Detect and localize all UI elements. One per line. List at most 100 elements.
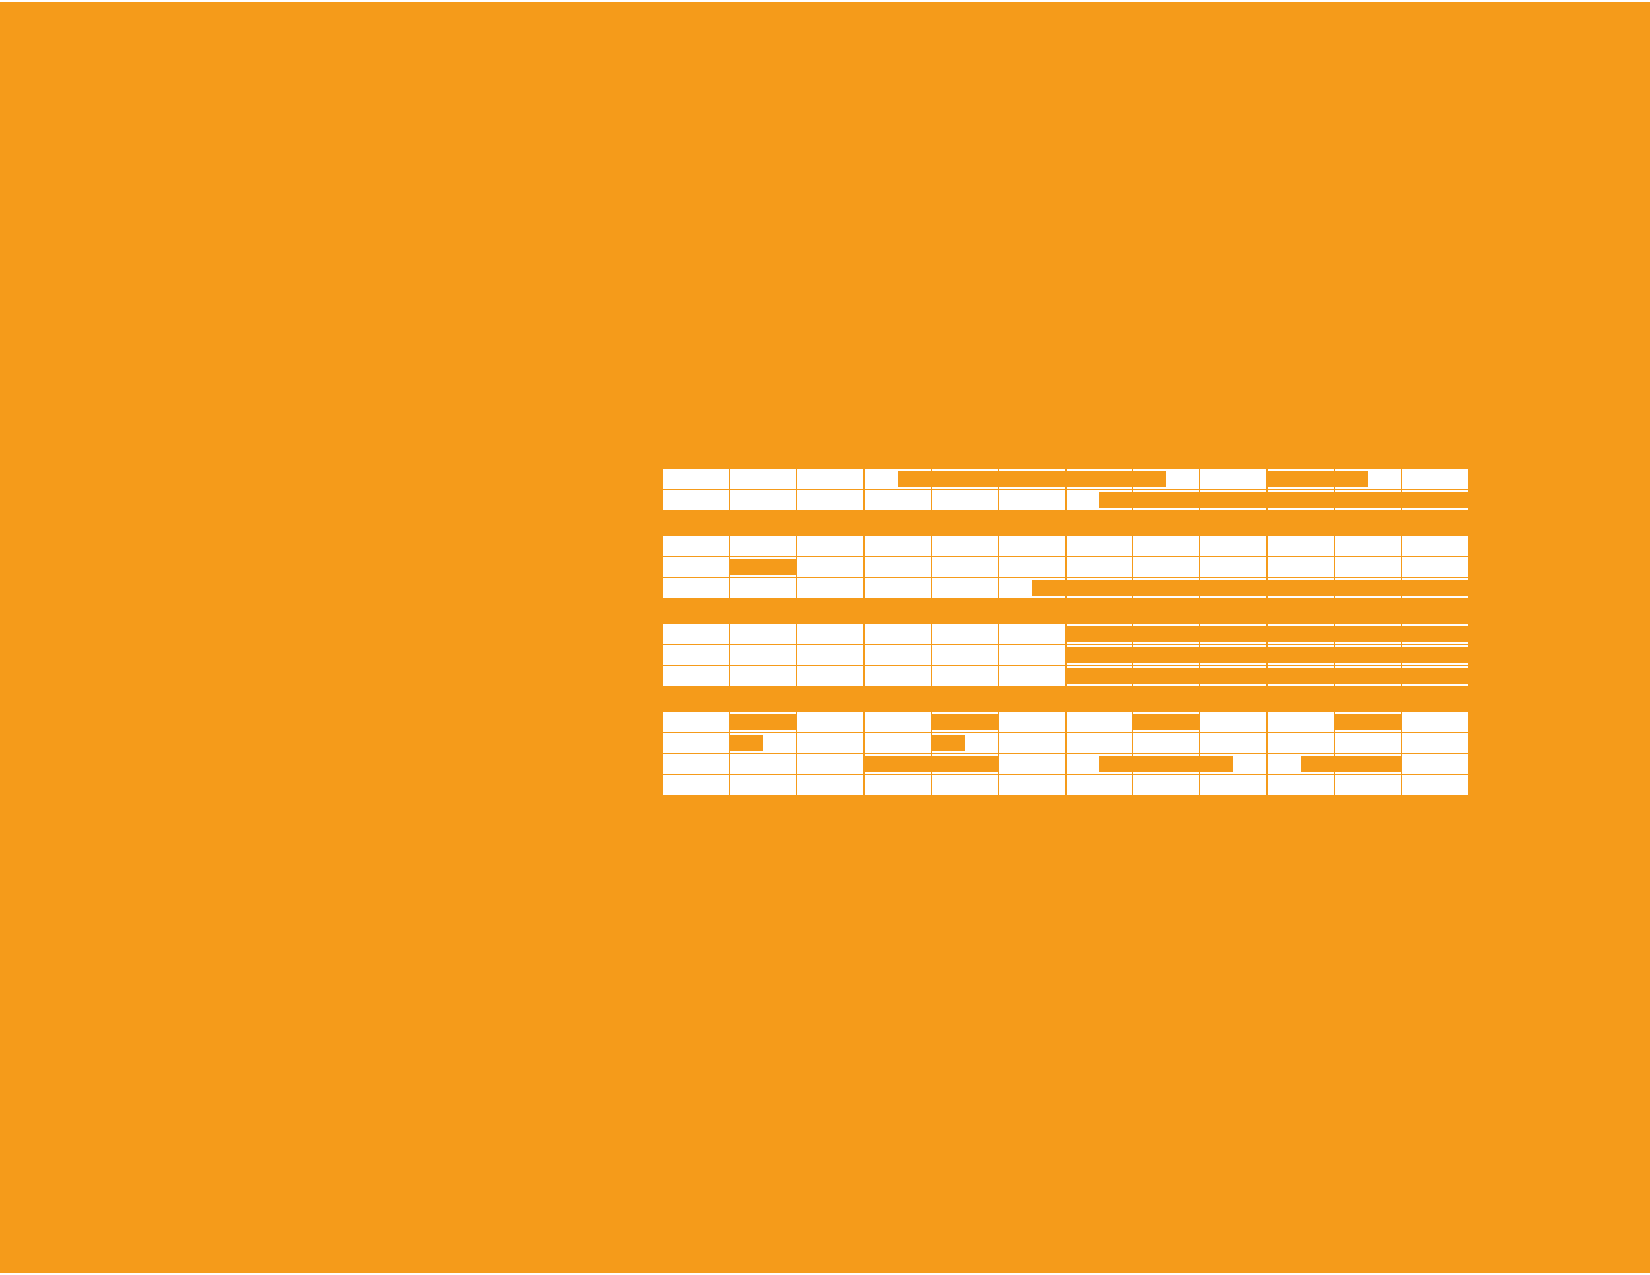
gantt-cell: [1066, 754, 1133, 775]
bar-projected: [1099, 492, 1132, 508]
gantt-cell: [998, 754, 1065, 775]
gantt-cell: [1267, 536, 1334, 557]
gantt-cell: [1267, 624, 1334, 645]
bar-projected: [1268, 492, 1334, 508]
gantt-cell: [1267, 733, 1334, 754]
gantt-cell: [1133, 490, 1200, 511]
gantt-cell: [1200, 557, 1267, 578]
bar-projected: [1067, 580, 1133, 596]
bar-projected: [898, 471, 931, 487]
gantt-cell: [864, 557, 931, 578]
gantt-cell: [729, 712, 796, 733]
gantt-cell: [797, 536, 864, 557]
gantt-cell: [729, 645, 796, 666]
bar-projected: [1200, 580, 1266, 596]
gantt-cell: [931, 578, 998, 599]
gantt-cell: [1334, 624, 1401, 645]
bar-projected: [999, 471, 1065, 487]
bar-projected: [1067, 471, 1133, 487]
gantt-cell: [729, 733, 796, 754]
gantt-cell: [797, 557, 864, 578]
gantt-cell: [662, 490, 729, 511]
gantt-cell: [998, 536, 1065, 557]
bar-projected: [932, 735, 965, 751]
gantt-cell: [729, 469, 796, 490]
gantt-cell: [864, 754, 931, 775]
bar-projected: [1067, 647, 1133, 663]
gantt-cell: [1402, 469, 1469, 490]
gantt-cell: [1133, 536, 1200, 557]
gantt-cell: [1402, 754, 1469, 775]
gantt-cell: [1402, 775, 1469, 797]
bar-projected: [1335, 668, 1401, 684]
gantt-cell: [662, 645, 729, 666]
gantt-cell: [864, 645, 931, 666]
gantt-cell: [1402, 733, 1469, 754]
bar-projected: [730, 735, 763, 751]
bar-projected: [1335, 647, 1401, 663]
gantt-cell: [1267, 578, 1334, 599]
bar-projected: [1133, 471, 1166, 487]
gantt-cell: [1267, 712, 1334, 733]
gantt-cell: [729, 624, 796, 645]
bar-projected: [1402, 626, 1468, 642]
gantt-cell: [1402, 666, 1469, 687]
gantt-cell: [797, 666, 864, 687]
bar-projected: [1133, 580, 1199, 596]
gantt-cell: [1066, 490, 1133, 511]
gantt-cell: [864, 469, 931, 490]
gantt-cell: [1402, 645, 1469, 666]
gantt-cell: [729, 557, 796, 578]
bar-projected: [1200, 492, 1266, 508]
gantt-cell: [1267, 754, 1334, 775]
gantt-cell: [998, 775, 1065, 797]
gantt-cell: [662, 754, 729, 775]
gantt-cell: [1200, 578, 1267, 599]
gantt-cell: [1133, 624, 1200, 645]
gantt-cell: [864, 536, 931, 557]
bar-projected: [1402, 580, 1468, 596]
gantt-cell: [1200, 469, 1267, 490]
gantt-cell: [1200, 536, 1267, 557]
gantt-cell: [864, 624, 931, 645]
gantt-cell: [1133, 754, 1200, 775]
bar-projected: [1268, 626, 1334, 642]
bar-projected: [730, 559, 796, 575]
bar-projected: [1335, 626, 1401, 642]
bar-projected: [932, 756, 998, 772]
gantt-cell: [998, 469, 1065, 490]
bar-projected: [1133, 714, 1199, 730]
gantt-cell: [662, 624, 729, 645]
gantt-cell: [864, 733, 931, 754]
bar-projected: [1402, 668, 1468, 684]
gantt-cell: [1133, 645, 1200, 666]
gantt-cell: [998, 645, 1065, 666]
gantt-cell: [931, 754, 998, 775]
bar-projected: [1268, 647, 1334, 663]
gantt-cell: [998, 624, 1065, 645]
gantt-cell: [1267, 666, 1334, 687]
gantt-cell: [662, 557, 729, 578]
gantt-cell: [1200, 733, 1267, 754]
bar-projected: [1268, 580, 1334, 596]
gantt-cell: [1200, 754, 1267, 775]
gantt-cell: [1402, 557, 1469, 578]
gantt-cell: [931, 490, 998, 511]
bar-projected: [1268, 471, 1334, 487]
gantt-cell: [998, 557, 1065, 578]
gantt-cell: [1200, 666, 1267, 687]
bar-projected: [1402, 492, 1468, 508]
gantt-cell: [1133, 469, 1200, 490]
gantt-cell: [931, 536, 998, 557]
gantt-cell: [797, 775, 864, 797]
gantt-cell: [1200, 775, 1267, 797]
gantt-cell: [1066, 645, 1133, 666]
gantt-cell: [998, 712, 1065, 733]
bar-projected: [1067, 626, 1133, 642]
bar-projected: [1335, 492, 1401, 508]
gantt-cell: [797, 624, 864, 645]
gantt-cell: [1402, 536, 1469, 557]
bar-projected: [1133, 668, 1199, 684]
bar-projected: [1402, 647, 1468, 663]
gantt-cell: [729, 754, 796, 775]
